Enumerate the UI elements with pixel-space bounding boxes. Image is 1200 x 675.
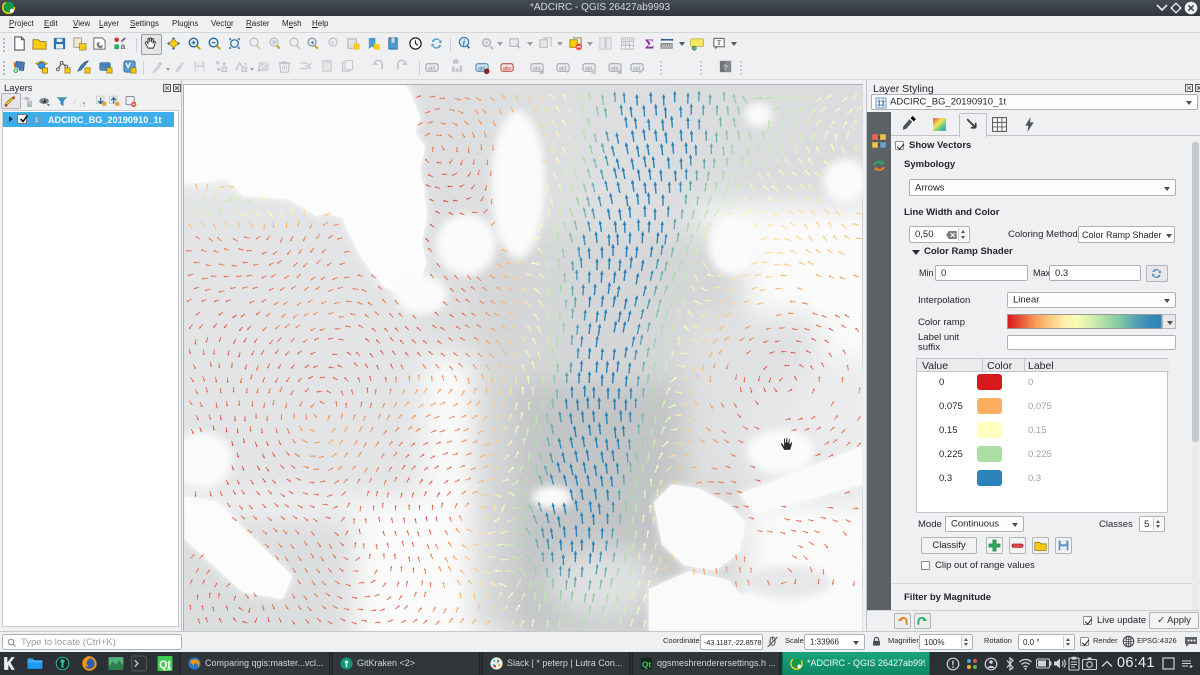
svg-text:abl: abl [559, 66, 567, 72]
svg-text:abl: abl [611, 66, 619, 72]
svg-text:abl: abl [428, 66, 436, 72]
svg-text:Qt: Qt [642, 659, 652, 669]
svg-text:?: ? [723, 62, 728, 72]
svg-text:ε: ε [73, 96, 77, 106]
svg-text:12: 12 [878, 101, 886, 108]
svg-text:abl: abl [533, 66, 541, 72]
svg-text:abc: abc [503, 66, 512, 72]
svg-text:a: a [120, 41, 125, 51]
svg-text:Σ: Σ [645, 37, 654, 51]
svg-text:abl: abl [633, 66, 641, 72]
svg-text:abl: abl [585, 66, 593, 72]
svg-text:T: T [717, 38, 722, 47]
